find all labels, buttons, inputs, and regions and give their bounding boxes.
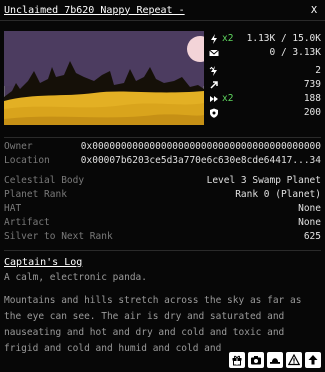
energy-growth-value: 2 — [315, 65, 321, 76]
warning-button[interactable] — [286, 352, 302, 368]
defense-value: 200 — [303, 107, 321, 118]
silver-value: 0 / 3.13K — [269, 47, 321, 58]
hat-value: None — [298, 203, 321, 214]
gift-button[interactable] — [229, 352, 245, 368]
stats-panel: x2 1.13K / 15.0K 0 / 3.13K 2 739 x2 188 … — [204, 31, 321, 129]
hat-icon — [270, 358, 280, 364]
lightning-icon — [209, 65, 217, 76]
range-value: 739 — [303, 79, 321, 90]
hat-row: HAT None — [0, 202, 325, 216]
silver-next-rank-value: 625 — [303, 231, 321, 242]
captains-log-title: Captain's Log — [4, 257, 83, 268]
close-button[interactable]: X — [309, 5, 319, 16]
planet-rank-value: Rank 0 (Planet) — [235, 189, 321, 200]
upload-icon — [308, 355, 318, 365]
celestial-body-value: Level 3 Swamp Planet — [206, 175, 321, 186]
lightning-icon — [211, 33, 217, 44]
shield-icon — [210, 108, 218, 118]
planet-window: Unclaimed 7b620 Nappy Repeat - X x2 1.13… — [0, 0, 325, 372]
location-id[interactable]: 0x00007b6203ce5d3a770e6c630e8cde64417...… — [81, 154, 321, 168]
planet-landscape-image — [4, 31, 204, 125]
speed-value: 188 — [303, 93, 321, 104]
speed-multiplier: x2 — [222, 93, 234, 104]
energy-multiplier: x2 — [222, 33, 234, 44]
owner-row: Owner 0x00000000000000000000000000000000… — [0, 140, 325, 154]
log-tagline: A calm, electronic panda. — [4, 272, 147, 283]
planet-overview: x2 1.13K / 15.0K 0 / 3.13K 2 739 x2 188 … — [0, 21, 325, 129]
camera-icon — [251, 356, 261, 365]
planet-rank-label: Planet Rank — [4, 189, 67, 200]
silver-stat: 0 / 3.13K — [208, 46, 321, 59]
artifact-row: Artifact None — [0, 216, 325, 230]
artifact-value: None — [298, 217, 321, 228]
silver-next-rank-label: Silver to Next Rank — [4, 231, 113, 242]
envelope-icon — [209, 49, 219, 56]
energy-growth-stat: 2 — [208, 64, 321, 77]
planet-rank-row: Planet Rank Rank 0 (Planet) — [0, 188, 325, 202]
location-label: Location — [4, 155, 50, 166]
energy-value: 1.13K / 15.0K — [246, 33, 321, 44]
upload-button[interactable] — [305, 352, 321, 368]
artifact-label: Artifact — [4, 217, 50, 228]
camera-button[interactable] — [248, 352, 264, 368]
owner-label: Owner — [4, 141, 33, 152]
celestial-body-label: Celestial Body — [4, 175, 85, 186]
action-bar — [229, 352, 321, 368]
gift-icon — [232, 355, 242, 366]
energy-stat: x2 1.13K / 15.0K — [208, 32, 321, 45]
defense-stat: 200 — [208, 106, 321, 119]
speed-stat: x2 188 — [208, 92, 321, 105]
warning-icon — [288, 354, 300, 366]
location-row: Location 0x00007b6203ce5d3a770e6c630e8cd… — [0, 154, 325, 168]
celestial-body-row: Celestial Body Level 3 Swamp Planet — [0, 174, 325, 188]
silver-next-rank-row: Silver to Next Rank 625 — [0, 230, 325, 244]
log-body: Mountains and hills stretch across the s… — [4, 295, 302, 354]
fast-forward-icon — [210, 95, 218, 102]
hat-button[interactable] — [267, 352, 283, 368]
hat-label: HAT — [4, 203, 22, 214]
window-title[interactable]: Unclaimed 7b620 Nappy Repeat - — [4, 5, 185, 16]
title-bar: Unclaimed 7b620 Nappy Repeat - X — [0, 0, 325, 21]
range-stat: 739 — [208, 78, 321, 91]
arrow-up-right-icon — [210, 80, 218, 89]
owner-address[interactable]: 0x00000000000000000000000000000000000000… — [81, 140, 321, 154]
